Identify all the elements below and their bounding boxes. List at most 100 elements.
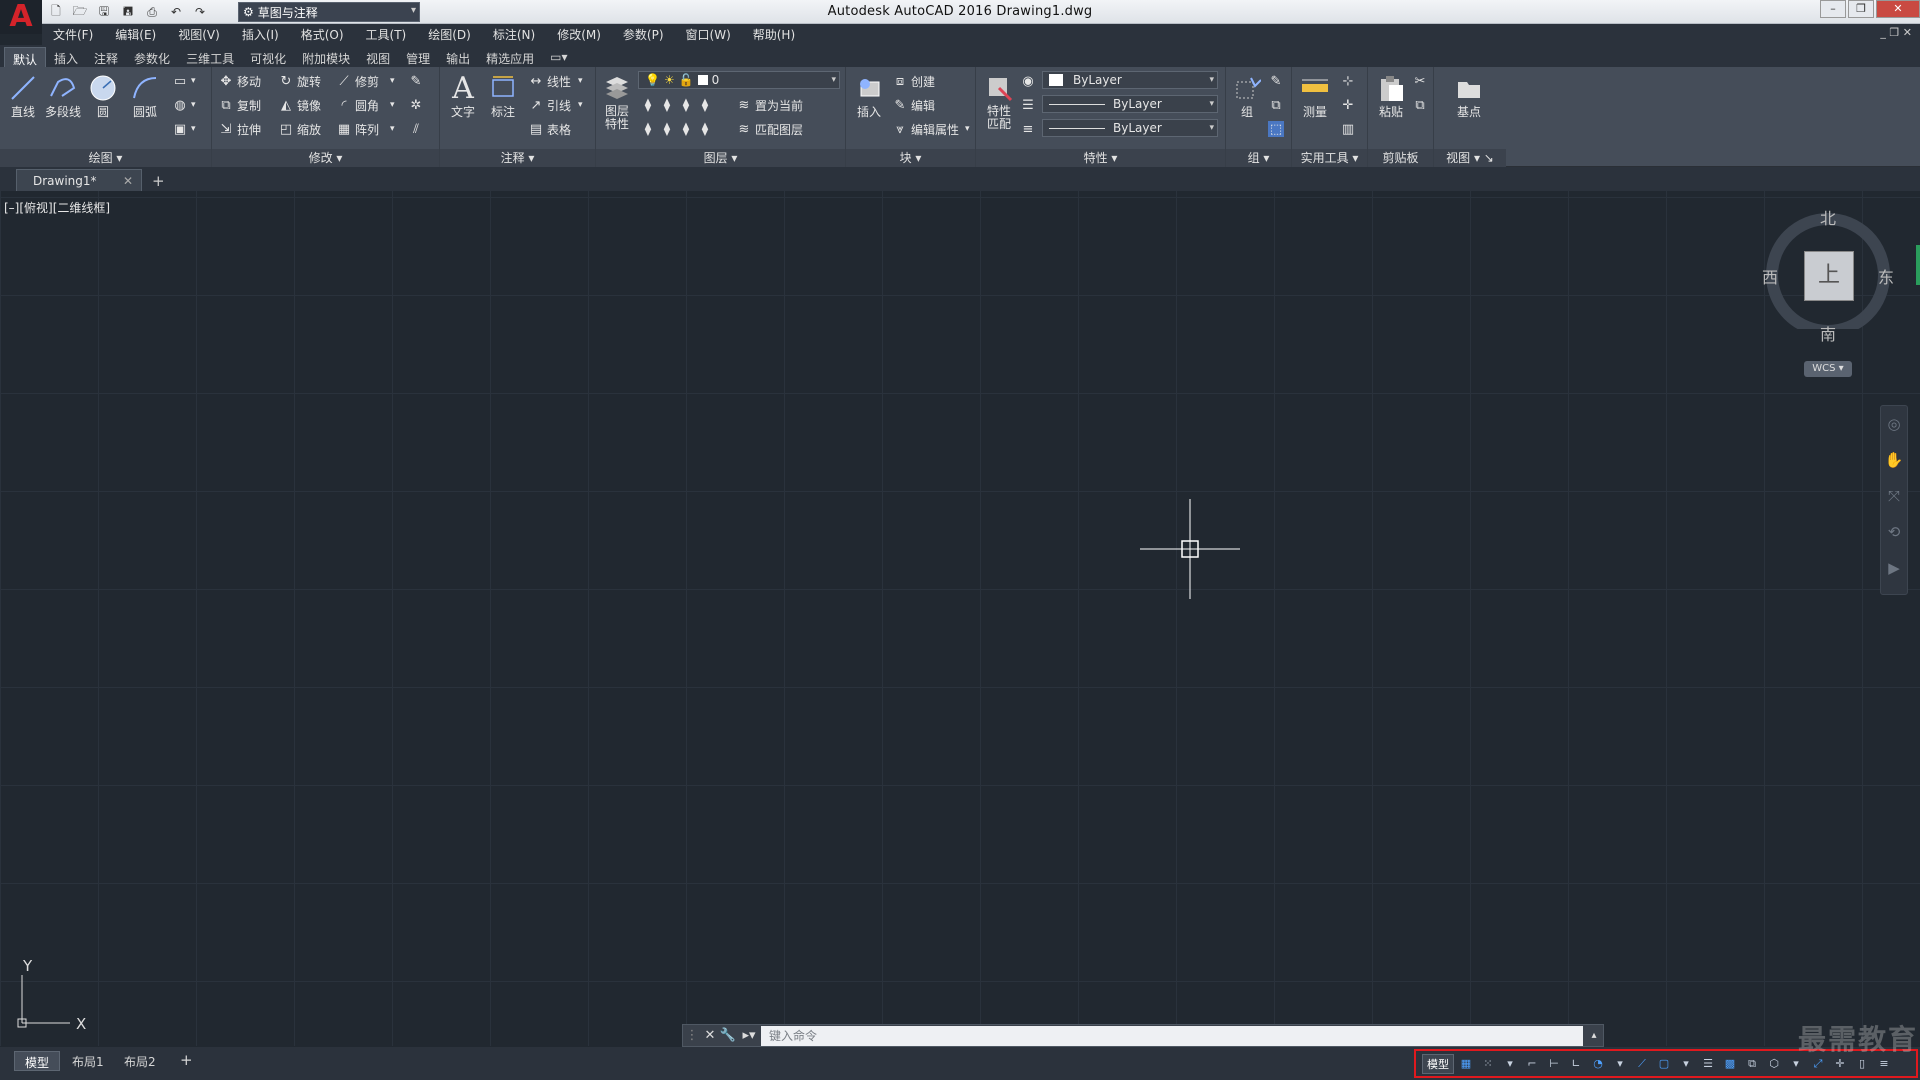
tab-manage[interactable]: 管理 — [398, 47, 438, 67]
tab-output[interactable]: 输出 — [438, 47, 478, 67]
arc-button[interactable]: 圆弧 — [126, 71, 164, 120]
tab-layout2[interactable]: 布局2 — [114, 1051, 166, 1071]
edit-block-button[interactable]: ✎ 编辑 — [892, 95, 935, 115]
redo-icon[interactable]: ↷ — [190, 3, 210, 21]
command-grip-icon[interactable]: ⋮ — [683, 1026, 701, 1046]
menu-tools[interactable]: 工具(T) — [355, 26, 418, 43]
steering-wheel-icon[interactable]: ◎ — [1881, 406, 1907, 442]
zoom-extents-icon[interactable]: ⤧ — [1881, 478, 1907, 514]
rectangle-button[interactable]: ▭ ▾ — [172, 71, 196, 91]
menu-draw[interactable]: 绘图(D) — [417, 26, 482, 43]
base-view-button[interactable]: 基点 — [1450, 71, 1488, 120]
offset-button[interactable]: ⫽ — [408, 119, 424, 139]
dimension-button[interactable]: 标注 — [484, 71, 522, 120]
move-button[interactable]: ✥ 移动 — [218, 71, 261, 91]
snap-icon[interactable]: ⁙ — [1478, 1054, 1498, 1074]
layers-panel-title[interactable]: 图层 ▾ — [596, 149, 845, 167]
model-space-button[interactable]: 模型 — [1422, 1053, 1454, 1074]
lineweight-dropdown[interactable]: ByLayer ▾ — [1042, 119, 1218, 137]
draw-panel-title[interactable]: 绘图 ▾ — [0, 149, 211, 167]
fillet-button[interactable]: ◜ 圆角 ▾ — [336, 95, 394, 115]
explode-button[interactable]: ✲ — [408, 95, 424, 115]
group-edit-icon[interactable]: ✎ — [1268, 71, 1284, 91]
layer-dropdown[interactable]: 💡 ☀ 🔓 0 ▾ — [638, 71, 840, 89]
chevron-down-icon[interactable]: ▾ — [1610, 1054, 1630, 1074]
document-window-controls[interactable]: _ ❐ ✕ — [1880, 26, 1912, 39]
polyline-button[interactable]: 多段线 — [44, 71, 82, 120]
paste-button[interactable]: 粘贴 — [1372, 71, 1410, 120]
menu-parametric[interactable]: 参数(P) — [612, 26, 675, 43]
close-icon[interactable]: ✕ — [701, 1026, 719, 1046]
table-button[interactable]: ▤ 表格 — [528, 119, 571, 139]
3d-osnap-icon[interactable]: ⬡ — [1764, 1054, 1784, 1074]
orbit-icon[interactable]: ⟲ — [1881, 514, 1907, 550]
menu-edit[interactable]: 编辑(E) — [104, 26, 167, 43]
compass-north[interactable]: 北 — [1820, 205, 1836, 229]
new-tab-button[interactable]: + — [152, 172, 165, 190]
tab-layout1[interactable]: 布局1 — [62, 1051, 114, 1071]
chevron-down-icon[interactable]: ▾ — [1676, 1054, 1696, 1074]
viewport-controls-label[interactable]: [–][俯视][二维线框] — [4, 199, 110, 216]
cut-icon[interactable]: ✂ — [1412, 71, 1428, 91]
group-selection-icon[interactable]: ⬚ — [1268, 119, 1284, 139]
match-layer-button[interactable]: ≋ 匹配图层 — [736, 119, 803, 139]
tab-parametric[interactable]: 参数化 — [126, 47, 178, 67]
grid-icon[interactable]: ▦ — [1456, 1054, 1476, 1074]
layer-tools-row1[interactable]: ⧫ ⧫ ⧫ ⧫ — [640, 95, 713, 115]
compass-east[interactable]: 东 — [1878, 264, 1894, 288]
copy-clip-icon[interactable]: ⧉ — [1412, 95, 1428, 115]
leader-button[interactable]: ↗ 引线 ▾ — [528, 95, 583, 115]
close-icon[interactable]: ✕ — [123, 174, 133, 188]
menu-insert[interactable]: 插入(I) — [231, 26, 290, 43]
stretch-button[interactable]: ⇲ 拉伸 — [218, 119, 261, 139]
tab-annotate[interactable]: 注释 — [86, 47, 126, 67]
menu-view[interactable]: 视图(V) — [167, 26, 231, 43]
close-button[interactable]: ✕ — [1876, 0, 1920, 18]
save-as-icon[interactable]: 🖪 — [118, 3, 138, 21]
viewcube[interactable]: 上 北 南 西 东 WCS ▾ — [1756, 209, 1916, 377]
create-block-button[interactable]: ⧈ 创建 — [892, 71, 935, 91]
application-menu-button[interactable]: A — [0, 0, 42, 34]
isometric-drafting-icon[interactable]: ⟋ — [1632, 1054, 1652, 1074]
tab-3d-tools[interactable]: 三维工具 — [178, 47, 242, 67]
viewcube-top-face[interactable]: 上 — [1804, 251, 1854, 301]
layer-tools-row2[interactable]: ⧫ ⧫ ⧫ ⧫ — [640, 119, 713, 139]
text-button[interactable]: A 文字 — [444, 71, 482, 120]
layer-properties-button[interactable]: 图层 特性 — [598, 71, 636, 131]
pan-icon[interactable]: ✋ — [1881, 442, 1907, 478]
undo-icon[interactable]: ↶ — [166, 3, 186, 21]
quick-select-icon[interactable]: ⊹ — [1340, 71, 1356, 91]
menu-dimension[interactable]: 标注(N) — [482, 26, 546, 43]
open-file-icon[interactable]: 🗁 — [70, 3, 90, 21]
block-panel-title[interactable]: 块 ▾ — [846, 149, 975, 167]
trim-button[interactable]: ⟋ 修剪 ▾ — [336, 71, 394, 91]
scale-button[interactable]: ◰ 缩放 — [278, 119, 321, 139]
menu-help[interactable]: 帮助(H) — [742, 26, 806, 43]
restore-button[interactable]: ❐ — [1848, 0, 1874, 18]
dynamic-input-icon[interactable]: ⊢ — [1544, 1054, 1564, 1074]
compass-west[interactable]: 西 — [1762, 264, 1778, 288]
command-input[interactable]: 键入命令 — [761, 1025, 1583, 1046]
rotate-button[interactable]: ↻ 旋转 — [278, 71, 321, 91]
tab-view[interactable]: 视图 — [358, 47, 398, 67]
groups-panel-title[interactable]: 组 ▾ — [1226, 149, 1291, 167]
transparency-icon[interactable]: ▩ — [1720, 1054, 1740, 1074]
save-icon[interactable]: 🖫 — [94, 3, 114, 21]
new-file-icon[interactable]: 🗋 — [46, 3, 66, 21]
array-button[interactable]: ▦ 阵列 ▾ — [336, 119, 395, 139]
tab-addins[interactable]: 附加模块 — [294, 47, 358, 67]
ortho-icon[interactable]: ∟ — [1566, 1054, 1586, 1074]
clipboard-panel-title[interactable]: 剪贴板 — [1368, 149, 1433, 167]
edit-attributes-button[interactable]: ⩔ 编辑属性 ▾ — [892, 119, 969, 139]
hatch-button[interactable]: ◍ ▾ — [172, 95, 195, 115]
print-icon[interactable]: ⎙ — [142, 3, 162, 21]
menu-file[interactable]: 文件(F) — [42, 26, 104, 43]
menu-format[interactable]: 格式(O) — [290, 26, 355, 43]
object-snap-tracking-icon[interactable]: ▢ — [1654, 1054, 1674, 1074]
tab-featured-apps[interactable]: 精选应用 — [478, 47, 542, 67]
selection-cycling-icon[interactable]: ⧉ — [1742, 1054, 1762, 1074]
lineweight-display-icon[interactable]: ☰ — [1698, 1054, 1718, 1074]
linetype-dropdown[interactable]: ByLayer ▾ — [1042, 95, 1218, 113]
ungroup-icon[interactable]: ⧉ — [1268, 95, 1284, 115]
erase-button[interactable]: ✎ — [408, 71, 424, 91]
